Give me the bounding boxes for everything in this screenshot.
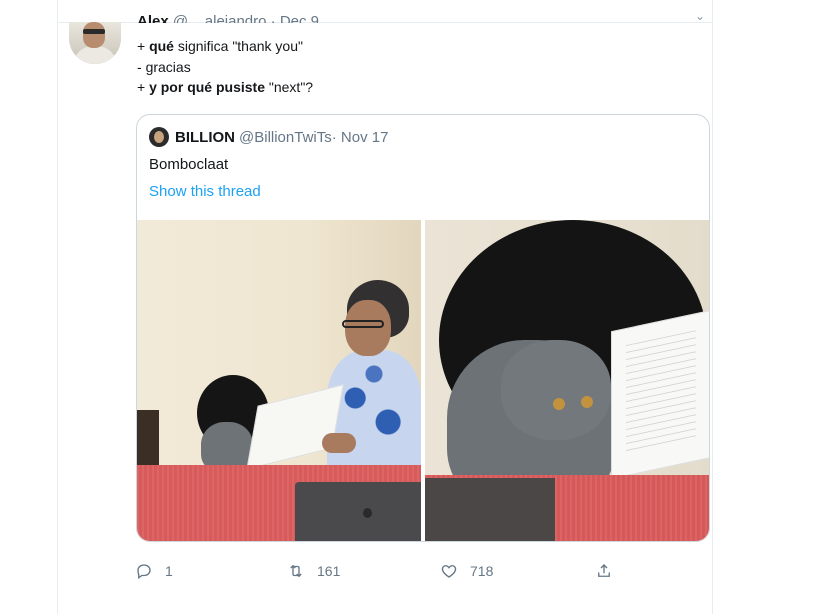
share-button[interactable] <box>595 559 613 583</box>
tweet-text: + qué significa "thank you" - gracias + … <box>137 36 313 98</box>
tweet-line: + qué significa "thank you" <box>137 38 303 54</box>
quoted-photo-woman[interactable] <box>137 220 421 541</box>
quoted-date: · Nov 17 <box>331 128 389 146</box>
quoted-handle: @BillionTwiTs <box>239 128 332 146</box>
like-count: 718 <box>470 563 494 579</box>
author-handle[interactable]: @__alejandro <box>173 13 267 23</box>
author-name[interactable]: Alex <box>137 13 169 23</box>
quoted-tweet[interactable]: BILLION @BillionTwiTs · Nov 17 Bomboclaa… <box>136 114 710 542</box>
reply-button[interactable]: 1 <box>135 559 173 583</box>
like-icon <box>441 565 457 578</box>
like-button[interactable]: 718 <box>440 559 493 583</box>
caret-down-icon[interactable]: ⌄ <box>695 9 705 23</box>
retweet-button[interactable]: 161 <box>287 559 340 583</box>
quoted-name: BILLION <box>175 128 235 146</box>
reply-count: 1 <box>165 563 173 579</box>
quoted-header: BILLION @BillionTwiTs · Nov 17 <box>149 127 388 147</box>
tweet-date[interactable]: Dec 9 <box>280 13 319 23</box>
retweet-count: 161 <box>317 563 341 579</box>
tweet-line: + y por qué pusiste "next"? <box>137 79 314 95</box>
separator: · <box>270 13 276 23</box>
quoted-avatar <box>149 127 169 147</box>
quoted-photo-cat[interactable] <box>425 220 709 541</box>
show-thread-link[interactable]: Show this thread <box>149 183 261 200</box>
author-avatar[interactable] <box>69 22 121 64</box>
share-icon <box>598 564 610 577</box>
tweet-actions: 1 161 718 <box>135 559 625 583</box>
tweet-line: - gracias <box>137 58 191 75</box>
reply-icon <box>137 564 151 580</box>
retweet-icon <box>290 564 302 578</box>
quoted-text: Bomboclaat <box>149 156 229 173</box>
tweet-header: Alex @__alejandro · Dec 9 ⌄ <box>137 9 717 23</box>
